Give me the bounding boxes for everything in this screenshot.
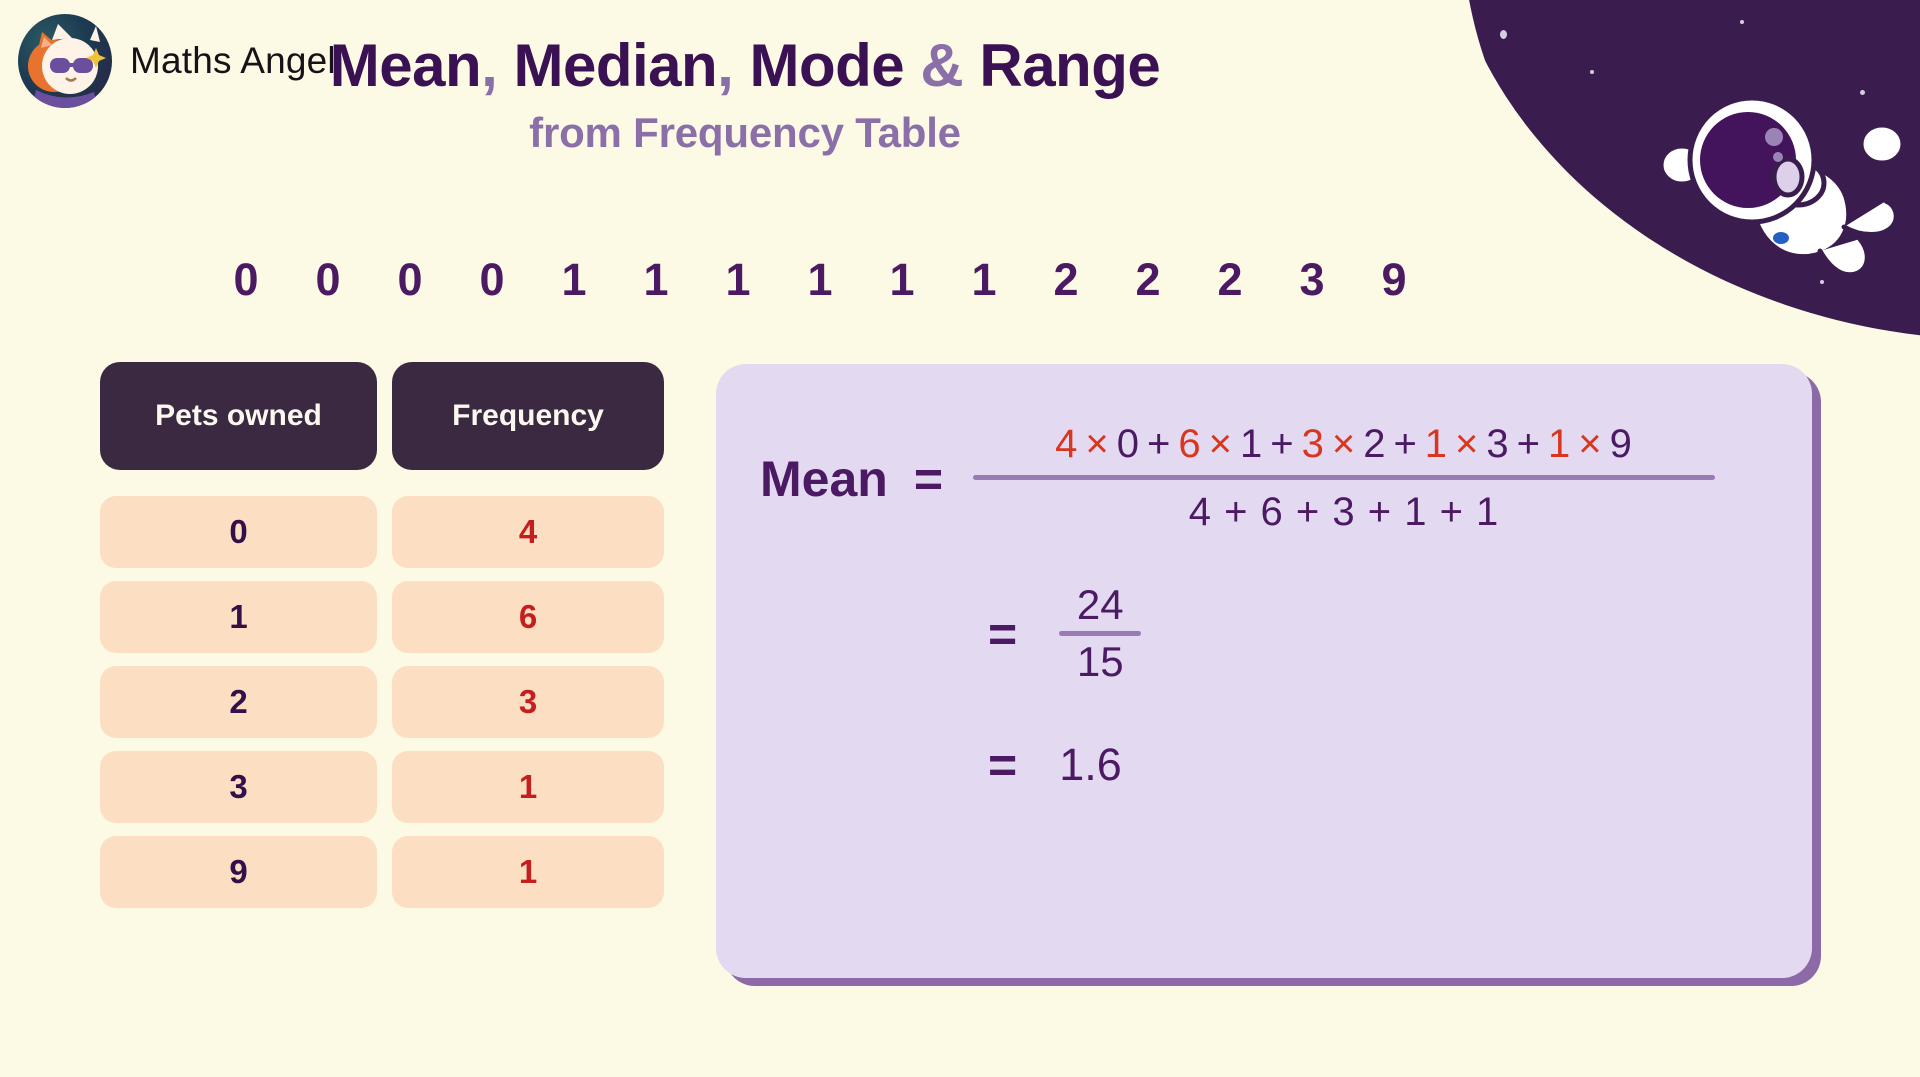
title-word-mean: Mean — [329, 32, 482, 99]
equals-sign-2: = — [988, 605, 1018, 662]
sequence-value-11: 2 — [1135, 254, 1161, 305]
sequence-value-5: 1 — [643, 254, 669, 305]
page-title: Mean, Median, Mode & Range from Frequenc… — [0, 32, 1490, 157]
data-sequence-row: 0 0 0 0 1 1 1 1 1 1 2 2 2 3 9 — [0, 254, 1640, 306]
slide-root: Maths Angel Mean, Median, Mode & Range f… — [0, 0, 1920, 1077]
floating-astronaut-icon — [1658, 95, 1906, 278]
step-2-fraction: 24 15 — [1059, 579, 1142, 688]
numerator-token-11: + — [1393, 422, 1418, 466]
sequence-value-6: 1 — [725, 254, 751, 305]
equals-sign-1: = — [913, 450, 944, 507]
mean-formula-row: Mean = 4 × 0 +6 × 1 +3 × 2 +1 × 3 +1 × 9 4 + 6 + 3 + 1… — [760, 422, 1768, 535]
numerator-token-17: × — [1578, 422, 1603, 466]
sequence-value-13: 3 — [1299, 254, 1325, 305]
table-cell-value-4: 9 — [100, 836, 377, 908]
sequence-value-1: 0 — [315, 254, 341, 305]
sequence-value-2: 0 — [397, 254, 423, 305]
table-cell-value-3: 3 — [100, 751, 377, 823]
numerator-token-6: 1 — [1239, 422, 1264, 466]
table-cell-value-2: 2 — [100, 666, 377, 738]
table-column-frequency: Frequency 4 6 3 1 1 — [392, 362, 664, 908]
step-2-denominator: 15 — [1076, 638, 1124, 685]
numerator-token-2: 0 — [1116, 422, 1140, 466]
numerator-token-7: + — [1270, 422, 1295, 466]
numerator-token-1: × — [1085, 422, 1110, 466]
numerator-token-3: + — [1147, 422, 1172, 466]
numerator-token-8: 3 — [1301, 422, 1325, 466]
step-2-numerator: 24 — [1076, 581, 1124, 628]
title-ampersand: & — [920, 32, 964, 99]
numerator-token-14: 3 — [1486, 422, 1510, 466]
sequence-value-12: 2 — [1217, 254, 1243, 305]
table-cell-frequency-3: 1 — [392, 751, 664, 823]
numerator-token-9: × — [1331, 422, 1357, 466]
page-subtitle: from Frequency Table — [529, 108, 961, 156]
title-word-median: Median — [513, 32, 718, 99]
title-comma-2: , — [717, 32, 734, 99]
numerator-token-0: 4 — [1055, 422, 1079, 466]
numerator-token-10: 2 — [1363, 422, 1387, 466]
mean-denominator: 4 + 6 + 3 + 1 + 1 — [1188, 490, 1500, 534]
table-cell-value-1: 1 — [100, 581, 377, 653]
mean-fraction: 4 × 0 +6 × 1 +3 × 2 +1 × 3 +1 × 9 4 + 6 + 3 + 1 + 1 — [973, 422, 1716, 535]
mean-label: Mean — [760, 450, 888, 507]
sequence-value-10: 2 — [1053, 254, 1079, 305]
title-word-mode: Mode — [749, 32, 905, 99]
table-cell-frequency-1: 6 — [392, 581, 664, 653]
sequence-value-3: 0 — [479, 254, 505, 305]
numerator-token-12: 1 — [1424, 422, 1449, 466]
frequency-table: Pets owned 01239 Frequency 46311 — [100, 362, 664, 908]
numerator-token-4: 6 — [1178, 422, 1202, 466]
mean-result-value: 1.6 — [1059, 739, 1122, 790]
table-header-frequency: Frequency — [392, 362, 664, 470]
table-cell-frequency-4: 1 — [392, 836, 664, 908]
sequence-value-4: 1 — [561, 254, 587, 305]
table-cell-frequency-2: 3 — [392, 666, 664, 738]
table-column-values: Pets owned 0 1 2 3 9 — [100, 362, 377, 908]
sequence-value-14: 9 — [1381, 254, 1407, 305]
table-header-pets-owned: Pets owned — [100, 362, 377, 470]
equals-sign-3: = — [988, 737, 1018, 793]
numerator-token-5: × — [1208, 422, 1233, 466]
table-cell-frequency-0: 4 — [392, 496, 664, 568]
numerator-token-18: 9 — [1609, 422, 1633, 466]
numerator-token-16: 1 — [1548, 422, 1572, 466]
sequence-value-7: 1 — [807, 254, 833, 305]
mean-result-row: = 1.6 — [760, 736, 1768, 794]
title-comma-1: , — [481, 32, 498, 99]
mean-numerator: 4 × 0 +6 × 1 +3 × 2 +1 × 3 +1 × 9 — [1055, 422, 1633, 475]
numerator-token-13: × — [1455, 422, 1480, 466]
title-word-range: Range — [979, 32, 1161, 99]
sequence-value-9: 1 — [971, 254, 997, 305]
mean-step-2-row: = 24 15 — [760, 579, 1768, 688]
table-cell-value-0: 0 — [100, 496, 377, 568]
formula-card: Mean = 4 × 0 +6 × 1 +3 × 2 +1 × 3 +1 × 9 4 + 6 + 3 + 1… — [716, 364, 1812, 978]
sequence-value-8: 1 — [889, 254, 915, 305]
numerator-token-15: + — [1516, 422, 1542, 466]
sequence-value-0: 0 — [233, 254, 259, 305]
